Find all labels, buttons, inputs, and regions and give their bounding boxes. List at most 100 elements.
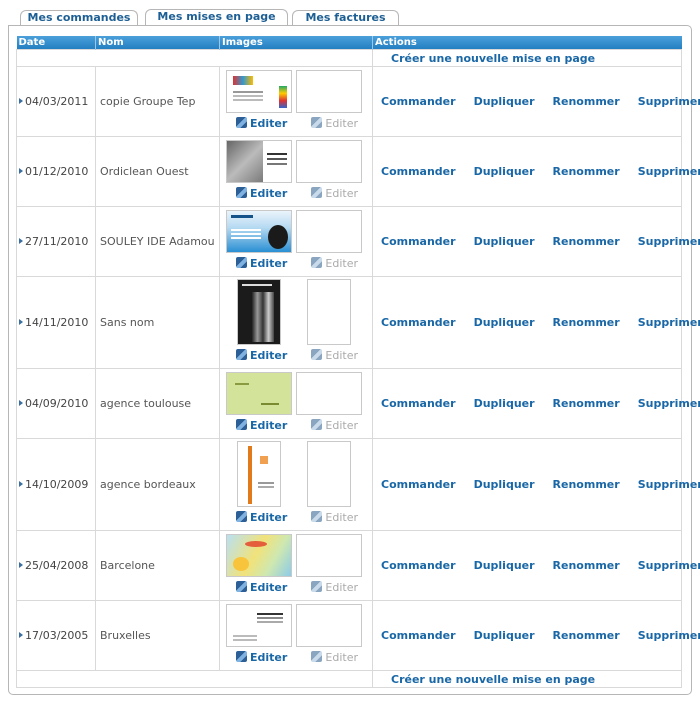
date-cell[interactable]: 27/11/2010 [16,206,96,277]
tab-mes-factures[interactable]: Mes factures [292,10,399,25]
date-cell[interactable]: 04/09/2010 [16,368,96,439]
rename-button[interactable]: Renommer [553,95,620,108]
date-cell[interactable]: 25/04/2008 [16,530,96,601]
expand-arrow-icon[interactable] [19,168,23,174]
edit-icon [236,256,247,268]
expand-arrow-icon[interactable] [19,319,23,325]
row-name: Ordiclean Ouest [95,136,220,207]
edit-back-button: Editer [311,116,358,130]
duplicate-button[interactable]: Dupliquer [474,316,535,329]
duplicate-button[interactable]: Dupliquer [474,397,535,410]
front-thumbnail[interactable] [226,139,292,183]
edit-icon [311,256,323,268]
expand-arrow-icon[interactable] [19,400,23,406]
rename-button[interactable]: Renommer [553,478,620,491]
edit-front-button[interactable]: Editer [236,116,287,130]
delete-button[interactable]: Supprimer [638,95,700,108]
order-button[interactable]: Commander [381,316,456,329]
rename-button[interactable]: Renommer [553,397,620,410]
order-button[interactable]: Commander [381,559,456,572]
edit-front-button[interactable]: Editer [236,256,287,270]
delete-button[interactable]: Supprimer [638,165,700,178]
expand-arrow-icon[interactable] [19,481,23,487]
date-cell[interactable]: 14/11/2010 [16,276,96,369]
edit-back-button: Editer [311,580,358,594]
row-date: 04/03/2011 [25,95,89,108]
column-header-actions: Actions [372,36,682,50]
edit-icon [311,580,323,592]
date-cell[interactable]: 17/03/2005 [16,600,96,671]
column-header-date[interactable]: Date [16,36,96,50]
tab-mes-commandes[interactable]: Mes commandes [20,10,138,25]
edit-icon [236,116,247,128]
edit-back-button: Editer [311,650,358,664]
edit-icon [236,349,247,360]
rename-button[interactable]: Renommer [553,629,620,642]
row-name: copie Groupe Tep [95,66,220,137]
delete-button[interactable]: Supprimer [638,629,700,642]
front-thumbnail[interactable] [226,603,292,647]
front-thumbnail[interactable] [226,533,292,577]
back-thumbnail [296,533,362,577]
duplicate-button[interactable]: Dupliquer [474,165,535,178]
front-thumbnail[interactable] [226,209,292,253]
table-row: 27/11/2010 SOULEY IDE Adamou Editer Edit… [16,206,700,277]
order-button[interactable]: Commander [381,478,456,491]
rename-button[interactable]: Renommer [553,235,620,248]
back-thumbnail [307,279,351,345]
expand-arrow-icon[interactable] [19,632,23,638]
back-thumbnail [296,139,362,183]
front-thumbnail[interactable] [237,279,281,345]
row-date: 01/12/2010 [25,165,89,178]
delete-button[interactable]: Supprimer [638,235,700,248]
expand-arrow-icon[interactable] [19,98,23,104]
create-layout-link[interactable]: Créer une nouvelle mise en page [373,672,681,687]
edit-front-button[interactable]: Editer [236,580,287,594]
expand-arrow-icon[interactable] [19,562,23,568]
delete-button[interactable]: Supprimer [638,316,700,329]
order-button[interactable]: Commander [381,629,456,642]
back-thumbnail [296,209,362,253]
edit-icon [311,650,323,662]
create-row-bottom: Créer une nouvelle mise en page [16,670,682,688]
edit-back-button: Editer [311,418,358,432]
create-layout-link[interactable]: Créer une nouvelle mise en page [373,51,681,66]
edit-front-button[interactable]: Editer [236,349,287,362]
order-button[interactable]: Commander [381,235,456,248]
front-thumbnail[interactable] [237,441,281,507]
rename-button[interactable]: Renommer [553,559,620,572]
duplicate-button[interactable]: Dupliquer [474,235,535,248]
tab-mes-mises-en-page[interactable]: Mes mises en page [145,9,288,26]
duplicate-button[interactable]: Dupliquer [474,629,535,642]
edit-icon [311,349,323,360]
row-date: 25/04/2008 [25,559,89,572]
date-cell[interactable]: 01/12/2010 [16,136,96,207]
edit-back-button: Editer [311,349,358,362]
edit-front-button[interactable]: Editer [236,511,287,524]
duplicate-button[interactable]: Dupliquer [474,559,535,572]
edit-front-button[interactable]: Editer [236,650,287,664]
rename-button[interactable]: Renommer [553,316,620,329]
delete-button[interactable]: Supprimer [638,397,700,410]
delete-button[interactable]: Supprimer [638,559,700,572]
order-button[interactable]: Commander [381,95,456,108]
delete-button[interactable]: Supprimer [638,478,700,491]
duplicate-button[interactable]: Dupliquer [474,95,535,108]
table-row: 04/09/2010 agence toulouse Editer Editer… [16,368,700,439]
date-cell[interactable]: 04/03/2011 [16,66,96,137]
duplicate-button[interactable]: Dupliquer [474,478,535,491]
order-button[interactable]: Commander [381,165,456,178]
edit-front-button[interactable]: Editer [236,186,287,200]
column-header-name[interactable]: Nom [95,36,220,50]
edit-front-button[interactable]: Editer [236,418,287,432]
back-thumbnail [296,69,362,113]
rename-button[interactable]: Renommer [553,165,620,178]
row-name: Barcelone [95,530,220,601]
order-button[interactable]: Commander [381,397,456,410]
row-date: 04/09/2010 [25,397,89,410]
date-cell[interactable]: 14/10/2009 [16,438,96,531]
front-thumbnail[interactable] [226,69,292,113]
front-thumbnail[interactable] [226,371,292,415]
row-date: 17/03/2005 [25,629,89,642]
expand-arrow-icon[interactable] [19,238,23,244]
